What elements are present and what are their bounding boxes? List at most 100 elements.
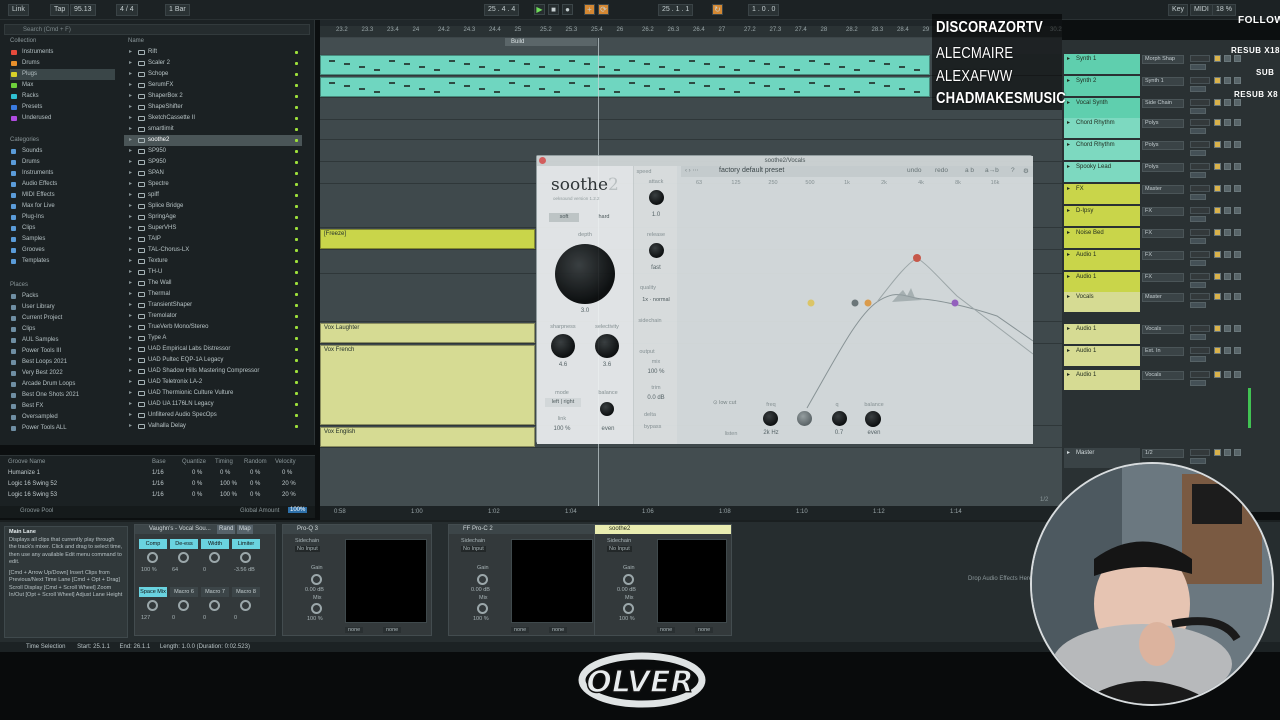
plugin-list-item[interactable]: ▸ smartlimit	[124, 124, 302, 135]
output-routing[interactable]: Ext. In	[1142, 347, 1184, 356]
macro-label[interactable]: Space Mix	[139, 587, 167, 597]
place-item[interactable]: Power Tools ALL	[10, 423, 115, 434]
overdub-icon[interactable]: +	[584, 4, 595, 15]
arm-button[interactable]	[1234, 251, 1241, 258]
fold-arrow-icon[interactable]: ▸	[1067, 162, 1070, 172]
groove-timing[interactable]: 100 %	[220, 479, 237, 490]
midi-map-button[interactable]: MIDI	[1190, 4, 1213, 16]
arm-button[interactable]	[1234, 77, 1241, 84]
output-routing[interactable]: FX	[1142, 229, 1184, 238]
band-gain-knob[interactable]	[797, 411, 812, 426]
volume-field[interactable]	[1190, 141, 1210, 148]
expand-arrow-icon[interactable]: ▸	[129, 190, 132, 201]
sharpness-knob[interactable]	[551, 334, 575, 358]
param-select-1[interactable]: none	[345, 627, 364, 633]
solo-button[interactable]	[1224, 229, 1231, 236]
send-field[interactable]	[1190, 302, 1206, 308]
loop-start[interactable]: 25 . 1 . 1	[658, 4, 694, 16]
track-header[interactable]: ▸ Synth 1	[1064, 54, 1140, 74]
groove-base[interactable]: 1/16	[152, 479, 164, 490]
arm-button[interactable]	[1234, 55, 1241, 62]
track-activator-button[interactable]	[1214, 325, 1221, 332]
output-routing[interactable]: Polys	[1142, 141, 1184, 150]
track-header[interactable]: ▸ Chord Rhythm	[1064, 118, 1140, 138]
device-title-bar[interactable]: soothe2	[595, 525, 731, 534]
expand-arrow-icon[interactable]: ▸	[129, 102, 132, 113]
track-header[interactable]: ▸ Audio 1	[1064, 272, 1140, 292]
key-map-button[interactable]: Key	[1168, 4, 1189, 16]
loop-icon[interactable]: ↻	[712, 4, 723, 15]
track-activator-button[interactable]	[1214, 185, 1221, 192]
expand-arrow-icon[interactable]: ▸	[129, 47, 132, 58]
plugin-list-item[interactable]: ▸ Thermal	[124, 289, 302, 300]
expand-arrow-icon[interactable]: ▸	[129, 410, 132, 421]
macro-knob[interactable]	[147, 552, 158, 563]
band-4-node[interactable]	[913, 254, 921, 262]
clip-vox-english[interactable]: Vox English	[320, 427, 535, 447]
macro-label[interactable]: Width	[201, 539, 229, 549]
volume-field[interactable]	[1190, 293, 1210, 300]
automation-arm-icon[interactable]: ⟳	[598, 4, 609, 15]
expand-arrow-icon[interactable]: ▸	[129, 135, 132, 146]
expand-arrow-icon[interactable]: ▸	[129, 256, 132, 267]
track-header[interactable]: ▸ FX	[1064, 184, 1140, 204]
track-activator-button[interactable]	[1214, 371, 1221, 378]
midi-clip[interactable]	[320, 77, 930, 97]
arm-button[interactable]	[1234, 347, 1241, 354]
plugin-list-item[interactable]: ▸ Type A	[124, 333, 302, 344]
output-routing[interactable]: Polys	[1142, 163, 1184, 172]
stop-icon[interactable]: ■	[548, 4, 559, 15]
plugin-list-item[interactable]: ▸ TAIP	[124, 234, 302, 245]
expand-arrow-icon[interactable]: ▸	[129, 168, 132, 179]
category-item[interactable]: Sounds	[10, 146, 115, 157]
groove-random[interactable]: 0 %	[250, 468, 260, 479]
solo-button[interactable]	[1224, 119, 1231, 126]
output-routing[interactable]: FX	[1142, 251, 1184, 260]
place-item[interactable]: Best Loops 2021	[10, 357, 115, 368]
track-activator-button[interactable]	[1214, 99, 1221, 106]
band-3-node[interactable]	[864, 299, 872, 307]
volume-field[interactable]	[1190, 207, 1210, 214]
expand-arrow-icon[interactable]: ▸	[129, 300, 132, 311]
expand-arrow-icon[interactable]: ▸	[129, 344, 132, 355]
volume-field[interactable]	[1190, 185, 1210, 192]
loop-length[interactable]: 1 . 0 . 0	[748, 4, 780, 16]
send-field[interactable]	[1190, 64, 1206, 70]
arm-button[interactable]	[1234, 273, 1241, 280]
macro-knob[interactable]	[178, 552, 189, 563]
clip-freeze[interactable]: [Freeze]	[320, 229, 535, 249]
plugin-list-item[interactable]: ▸ Rift	[124, 47, 302, 58]
expand-arrow-icon[interactable]: ▸	[129, 289, 132, 300]
expand-arrow-icon[interactable]: ▸	[129, 366, 132, 377]
collection-item[interactable]: Racks	[10, 91, 115, 102]
category-item[interactable]: Samples	[10, 234, 115, 245]
plugin-list-item[interactable]: ▸ Splice Bridge	[124, 201, 302, 212]
track-header[interactable]: ▸ Audio 1	[1064, 250, 1140, 270]
volume-field[interactable]	[1190, 77, 1210, 84]
rack-title[interactable]: Vaughn's - Vocal Sou... Rand Map	[135, 525, 275, 534]
loop-brace[interactable]: Build	[505, 38, 597, 46]
band-1-node[interactable]	[807, 299, 815, 307]
fold-arrow-icon[interactable]: ▸	[1067, 272, 1070, 282]
expand-arrow-icon[interactable]: ▸	[129, 234, 132, 245]
track-header[interactable]: ▸ Synth 2	[1064, 76, 1140, 96]
plugin-list-item[interactable]: ▸ UAD Teletronix LA-2	[124, 377, 302, 388]
solo-button[interactable]	[1224, 77, 1231, 84]
plugin-list-item[interactable]: ▸ spiff	[124, 190, 302, 201]
bypass-button[interactable]: bypass	[644, 424, 674, 430]
mix-value[interactable]: 100 %	[640, 369, 672, 375]
place-item[interactable]: Best One Shots 2021	[10, 390, 115, 401]
plugin-list-item[interactable]: ▸ ShapeShifter	[124, 102, 302, 113]
output-routing[interactable]: Vocals	[1142, 325, 1184, 334]
arm-button[interactable]	[1234, 229, 1241, 236]
band-q-knob[interactable]	[832, 411, 847, 426]
expand-arrow-icon[interactable]: ▸	[129, 267, 132, 278]
track-activator-button[interactable]	[1214, 347, 1221, 354]
clip-vox-french[interactable]: Vox French	[320, 345, 535, 425]
rack-rand-button[interactable]: Rand	[217, 525, 236, 534]
track-activator-button[interactable]	[1214, 293, 1221, 300]
category-item[interactable]: Instruments	[10, 168, 115, 179]
arm-button[interactable]	[1234, 371, 1241, 378]
expand-arrow-icon[interactable]: ▸	[129, 91, 132, 102]
expand-arrow-icon[interactable]: ▸	[129, 157, 132, 168]
